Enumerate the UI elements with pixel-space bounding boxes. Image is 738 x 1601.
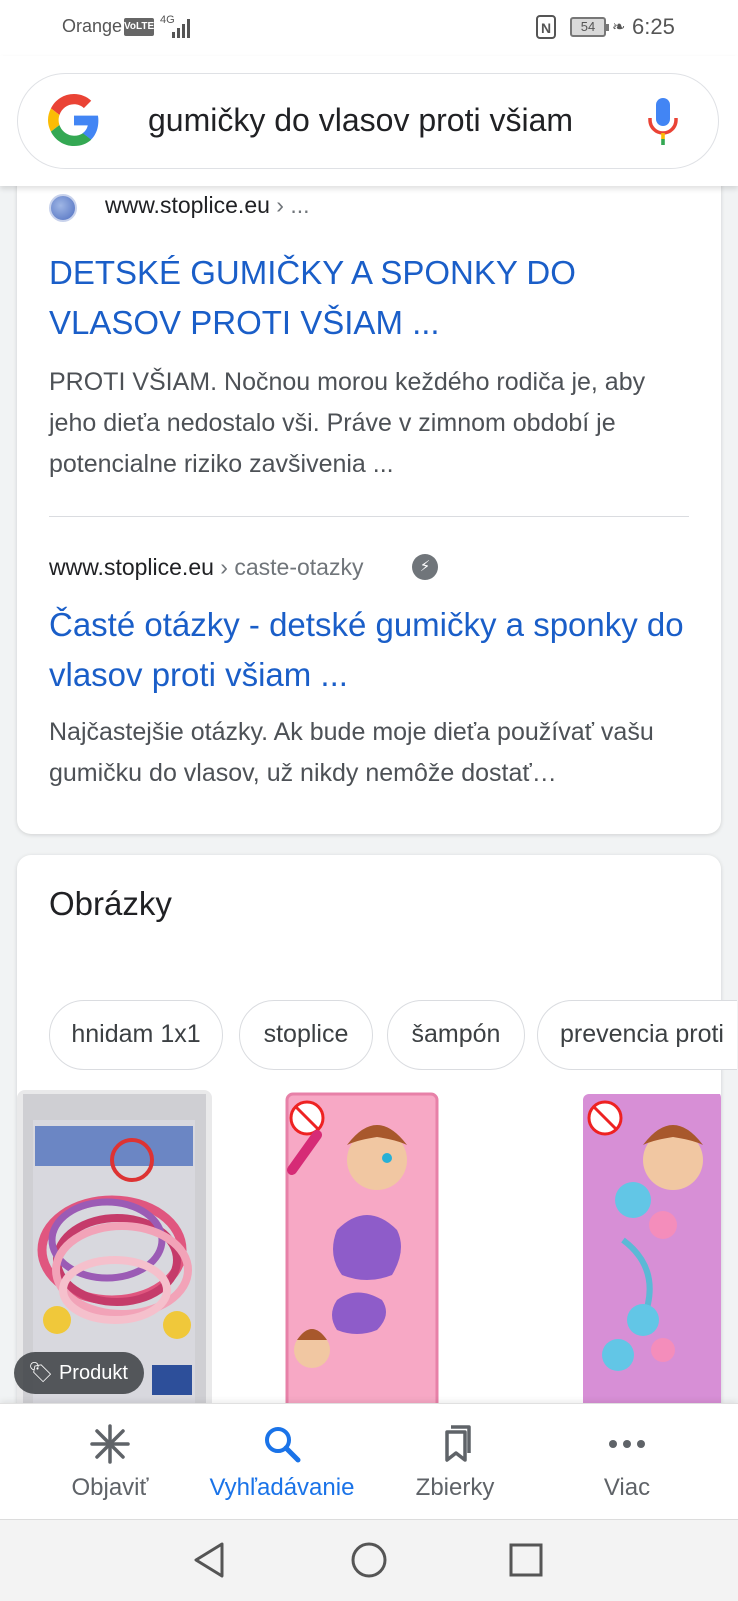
- system-navigation-bar: [0, 1519, 738, 1601]
- nav-zbierky[interactable]: Zbierky: [363, 1404, 547, 1520]
- signal-icon: [172, 19, 190, 38]
- chip-stoplice[interactable]: stoplice: [239, 1000, 373, 1070]
- chip-hnidam[interactable]: hnidam 1x1: [49, 1000, 223, 1070]
- result-snippet: Najčastejšie otázky. Ak bude moje dieťa …: [49, 718, 654, 787]
- carrier-name: Orange: [62, 16, 123, 36]
- volte-badge: VoLTE: [124, 18, 154, 36]
- image-result-stoplice-pink[interactable]: [217, 1090, 505, 1415]
- nav-label: Objaviť: [71, 1474, 149, 1501]
- result-snippet: PROTI VŠIAM. Nočnou morou keždého rodiča…: [49, 368, 646, 478]
- images-heading: Obrázky: [49, 885, 172, 922]
- product-badge-label: Produkt: [58, 1362, 128, 1384]
- nav-label: Zbierky: [415, 1474, 495, 1501]
- search-header: gumičky do vlasov proti všiam: [0, 56, 738, 186]
- nav-label: Vyhľadávanie: [209, 1474, 355, 1501]
- recents-icon[interactable]: [508, 1542, 544, 1578]
- back-icon[interactable]: [192, 1540, 228, 1580]
- more-dots-icon: [609, 1440, 645, 1448]
- result-title-link[interactable]: Časté otázky - detské gumičky a sponky d…: [49, 600, 699, 700]
- bookmarks-icon: [445, 1425, 471, 1462]
- globe-favicon-icon: [49, 194, 77, 222]
- search-box[interactable]: gumičky do vlasov proti všiam: [17, 73, 719, 169]
- images-card: Obrázky hnidam 1x1 stoplice šampón preve…: [17, 855, 737, 1415]
- result-divider: [49, 516, 689, 517]
- battery-icon: 54: [570, 17, 609, 37]
- chip-sampon[interactable]: šampón: [387, 1000, 525, 1070]
- result-path: › ...: [269, 192, 310, 218]
- result-domain: www.stoplice.eu: [49, 554, 214, 580]
- chip-prevencia[interactable]: prevencia proti: [537, 1000, 737, 1070]
- result-title-link[interactable]: DETSKÉ GUMIČKY A SPONKY DO VLASOV PROTI …: [49, 248, 699, 348]
- search-icon: [265, 1427, 301, 1463]
- image-result-stoplice-purple[interactable]: [513, 1090, 721, 1415]
- home-icon[interactable]: [349, 1540, 389, 1580]
- result-site[interactable]: www.stoplice.eu › caste-otazky: [49, 554, 363, 581]
- stoplice-purple-image: [513, 1090, 721, 1415]
- clock: 6:25: [632, 14, 675, 39]
- stoplice-pink-image: [217, 1090, 505, 1415]
- result-site[interactable]: www.stoplice.eu › ...: [105, 192, 310, 219]
- nav-viac[interactable]: Viac: [535, 1404, 719, 1520]
- nfc-icon: N: [536, 15, 556, 39]
- search-query[interactable]: gumičky do vlasov proti všiam: [148, 102, 573, 139]
- nav-label: Viac: [603, 1474, 651, 1501]
- microphone-icon[interactable]: [646, 96, 680, 146]
- result-domain: www.stoplice.eu: [105, 192, 270, 218]
- product-badge: 🏷 Produkt: [14, 1352, 144, 1394]
- battery-saver-icon: ❧: [612, 19, 626, 36]
- status-bar: Orange VoLTE 4G N 54 ❧ 6:25: [0, 0, 738, 56]
- google-logo-icon: [48, 94, 99, 146]
- tag-icon: 🏷: [28, 1362, 54, 1384]
- bottom-navigation: Objaviť Vyhľadávanie Zbierky Viac: [0, 1403, 738, 1520]
- nav-objavit[interactable]: Objaviť: [18, 1404, 202, 1520]
- nav-vyhladavanie[interactable]: Vyhľadávanie: [190, 1404, 374, 1520]
- results-card: www.stoplice.eu › ... DETSKÉ GUMIČKY A S…: [17, 150, 721, 834]
- result-path: › caste-otazky: [213, 554, 364, 580]
- asterisk-icon: [90, 1424, 130, 1464]
- amp-lightning-icon: ⚡: [412, 554, 438, 580]
